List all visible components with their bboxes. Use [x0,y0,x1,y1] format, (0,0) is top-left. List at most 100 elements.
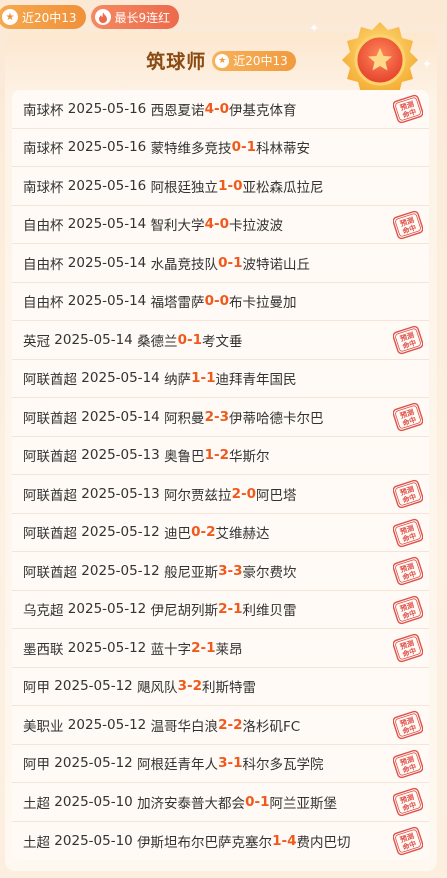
match-away-team: 卡拉波波 [228,218,283,235]
match-home-team: 蒙特维多竞技 [150,141,232,158]
match-league: 南球杯 [23,141,64,158]
match-league: 墨西联 [23,641,64,658]
match-away-team: 亚松森瓜拉尼 [242,179,324,196]
recent-record-label: 近20中13 [22,10,77,25]
prediction-hit-stamp-icon: 预测命中 [393,633,423,663]
win-streak-label: 最长9连红 [114,10,171,25]
match-home-score: 0 [191,524,201,541]
match-row[interactable]: 阿联酋超 2025-05-13 奥鲁巴 1 - 2 华斯尔 [12,437,429,475]
match-row[interactable]: 英冠 2025-05-14 桑德兰 0 - 1 考文垂 预测 命中 [12,321,429,360]
match-row[interactable]: 阿甲 2025-05-12 阿根廷青年人 3 - 1 科尔多瓦学院 预测 命中 [12,745,429,783]
match-home-team: 福塔雷萨 [150,295,205,312]
match-home-score: 2 [218,716,228,733]
match-away-team: 科尔多瓦学院 [242,757,324,774]
match-row[interactable]: 南球杯 2025-05-16 蒙特维多竞技 0 - 1 科林蒂安 [12,129,429,167]
match-home-team: 阿积曼 [164,410,205,427]
match-date: 2025-05-10 [54,832,133,849]
match-date: 2025-05-16 [67,100,147,117]
match-home-team: 西恩夏诺 [150,102,205,119]
match-league: 英冠 [23,333,50,350]
match-away-team: 伊基克体育 [228,102,297,119]
match-away-score: 2 [192,678,202,695]
match-home-team: 飓风队 [137,680,178,697]
match-away-team: 阿巴塔 [255,487,297,504]
prediction-hit-stamp-icon: 预测命中 [393,749,423,778]
match-row[interactable]: 阿联酋超 2025-05-14 阿积曼 2 - 3 伊蒂哈德卡尔巴 预测 命中 [12,398,429,437]
match-away-score: 1 [233,755,243,772]
star-icon: ★ [215,53,230,68]
match-home-score: 2 [218,601,228,618]
match-home-team: 般尼亚斯 [164,564,219,581]
match-row[interactable]: 阿联酋超 2025-05-14 纳萨 1 - 1 迪拜青年国民 [12,360,429,398]
match-away-score: 2 [233,716,243,733]
match-away-score: 1 [192,331,202,348]
title-row: 筑球师 ★ 近20中13 [5,47,437,74]
match-row[interactable]: 自由杯 2025-05-14 水晶竞技队 0 - 1 波特诺山丘 [12,244,429,283]
match-home-team: 蓝十字 [150,641,192,658]
match-home-score: 0 [231,139,241,156]
match-date: 2025-05-14 [67,293,147,310]
match-league: 土超 [23,795,50,812]
prediction-hit-stamp-icon: 预测命中 [393,787,423,817]
match-league: 自由杯 [23,218,64,235]
match-row[interactable]: 阿联酋超 2025-05-12 般尼亚斯 3 - 3 豪尔费坎 预测 命中 [12,552,429,591]
match-league: 美职业 [23,718,64,735]
top-badges: ★ 近20中13 最长9连红 [0,5,180,29]
match-away-team: 费内巴切 [296,834,351,851]
match-row[interactable]: 土超 2025-05-10 伊斯坦布尔巴萨克塞尔 1 - 4 费内巴切 预测 命中 [12,822,429,861]
match-home-score: 0 [204,293,214,310]
prediction-hit-stamp-icon: 预测命中 [393,556,423,586]
match-home-score: 3 [218,562,228,579]
match-league: 阿联酋超 [23,526,77,543]
prediction-hit-stamp-icon: 预测命中 [393,518,423,547]
match-home-score: 1 [272,832,282,849]
match-league: 南球杯 [23,102,64,119]
match-league: 土超 [23,834,50,851]
match-row[interactable]: 南球杯 2025-05-16 阿根廷独立 1 - 0 亚松森瓜拉尼 [12,167,429,206]
match-home-team: 迪巴 [164,526,192,543]
match-away-score: 1 [233,254,243,271]
match-row[interactable]: 南球杯 2025-05-16 西恩夏诺 4 - 0 伊基克体育 预测 命中 [12,90,429,129]
prediction-hit-stamp-icon: 预测命中 [393,325,423,355]
match-home-team: 智利大学 [150,218,205,235]
match-row[interactable]: 自由杯 2025-05-14 智利大学 4 - 0 卡拉波波 预测 命中 [12,206,429,244]
match-away-score: 0 [233,177,243,194]
match-home-team: 加济安泰普大都会 [137,795,246,812]
match-away-score: 0 [246,485,256,502]
match-away-score: 4 [287,832,297,849]
match-row[interactable]: 土超 2025-05-10 加济安泰普大都会 0 - 1 阿兰亚斯堡 预测 命中 [12,783,429,822]
match-row[interactable]: 阿联酋超 2025-05-12 迪巴 0 - 2 艾维赫达 预测 命中 [12,514,429,552]
match-league: 阿联酋超 [23,372,77,389]
match-home-score: 1 [218,177,228,194]
match-league: 阿甲 [23,757,50,774]
match-home-team: 纳萨 [164,372,192,389]
match-home-team: 温哥华白浪 [150,718,219,735]
match-row[interactable]: 自由杯 2025-05-14 福塔雷萨 0 - 0 布卡拉曼加 [12,283,429,321]
match-away-score: 1 [233,601,243,618]
match-league: 阿甲 [23,680,50,697]
match-row[interactable]: 阿联酋超 2025-05-13 阿尔贾兹拉 2 - 0 阿巴塔 预测 命中 [12,475,429,514]
match-date: 2025-05-14 [81,370,160,387]
match-home-score: 4 [204,216,214,233]
match-home-team: 阿根廷独立 [150,179,219,196]
match-league: 阿联酋超 [23,564,77,581]
match-date: 2025-05-12 [81,524,160,541]
match-home-score: 3 [177,678,187,695]
match-row[interactable]: 乌克超 2025-05-12 伊尼胡列斯 2 - 1 利维贝雷 预测 命中 [12,591,429,629]
match-row[interactable]: 墨西联 2025-05-12 蓝十字 2 - 1 莱昂 预测 命中 [12,629,429,668]
match-away-team: 伊蒂哈德卡尔巴 [228,410,324,427]
expert-card: ✦ ✦ 筑球师 ★ 近20中13 南球杯 2025-05-16 西恩夏诺 4 - … [5,21,437,871]
match-home-score: 0 [218,254,228,271]
match-date: 2025-05-14 [67,254,147,271]
match-home-score: 2 [231,485,241,502]
match-row[interactable]: 阿甲 2025-05-12 飓风队 3 - 2 利斯特雷 [12,668,429,706]
match-away-score: 2 [206,524,216,541]
prediction-hit-stamp-icon: 预测命中 [393,710,423,740]
match-away-team: 迪拜青年国民 [215,372,297,389]
match-away-score: 1 [260,793,270,810]
match-date: 2025-05-12 [67,639,147,656]
match-home-team: 伊斯坦布尔巴萨克塞尔 [137,834,273,851]
match-away-score: 1 [206,370,216,387]
match-row[interactable]: 美职业 2025-05-12 温哥华白浪 2 - 2 洛杉矶FC 预测 命中 [12,706,429,745]
match-away-team: 波特诺山丘 [242,256,310,273]
